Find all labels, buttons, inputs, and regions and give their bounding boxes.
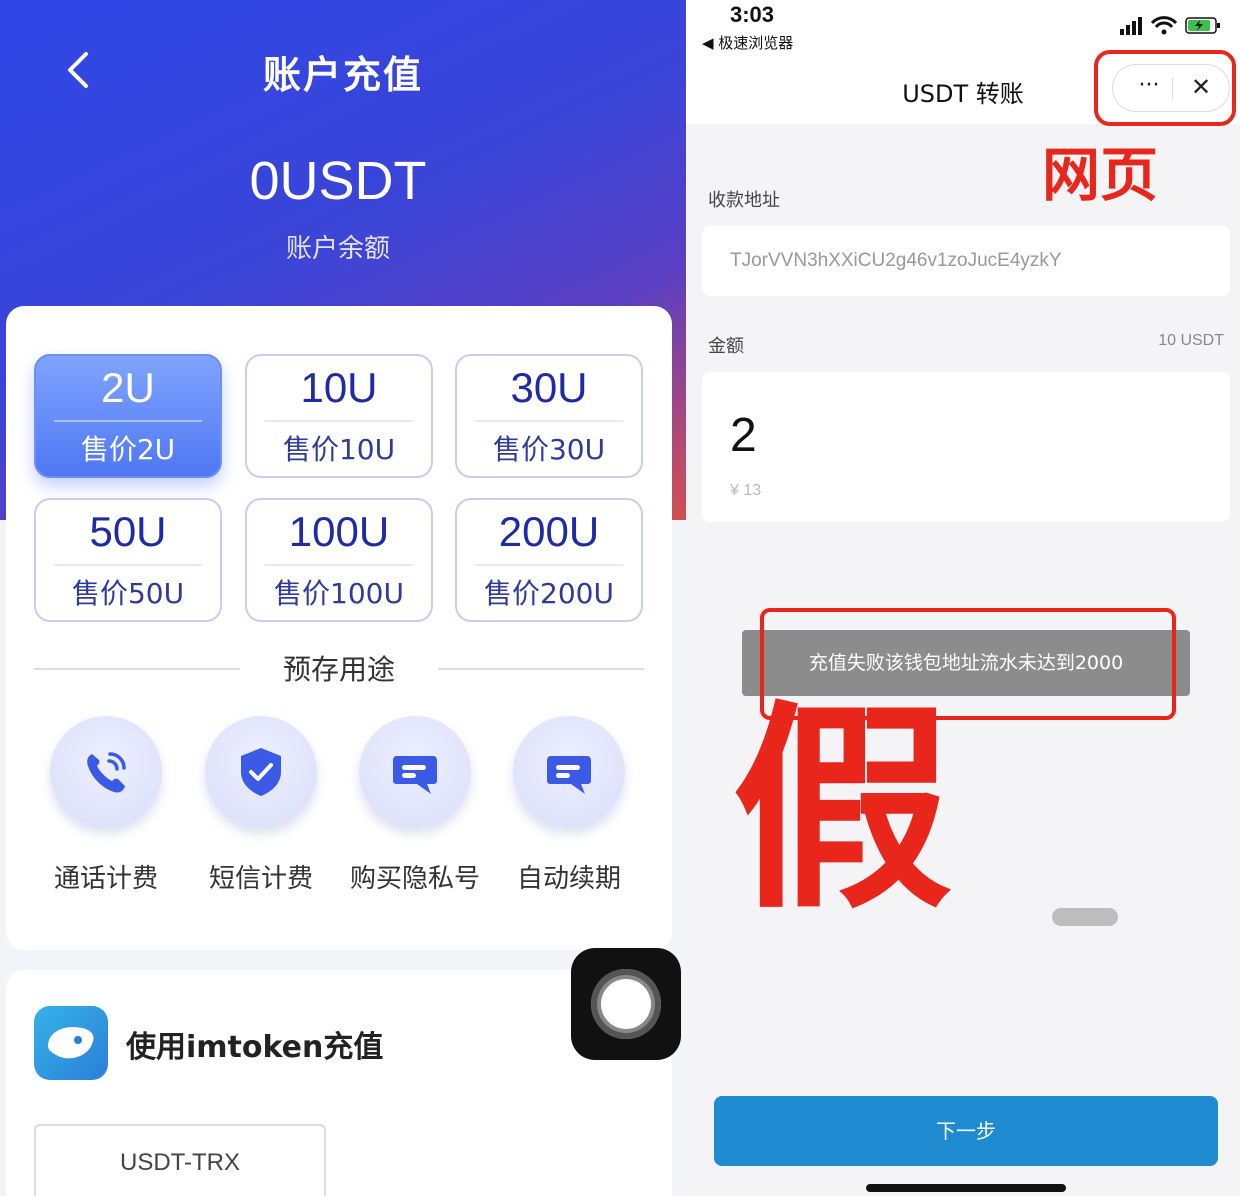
package-price: 售价100U [274, 577, 404, 610]
section-divider-right [438, 668, 644, 670]
service-auto-renew[interactable]: 自动续期 [494, 716, 644, 895]
assistive-touch-icon [591, 969, 661, 1039]
address-value: TJorVVN3hXXiCU2g46v1zoJucE4yzkY [730, 250, 1062, 271]
redacted-smudge [1052, 908, 1118, 926]
service-private-number[interactable]: 购买隐私号 [340, 716, 490, 895]
status-icons [1120, 16, 1220, 35]
package-divider [265, 420, 413, 422]
balance-value: 0USDT [249, 151, 427, 211]
address-field[interactable]: TJorVVN3hXXiCU2g46v1zoJucE4yzkY [702, 226, 1230, 296]
signal-icon [1120, 17, 1142, 35]
package-amount: 100U [288, 508, 390, 555]
recharge-app-screen: 账户充值 0USDT 账户余额 2U 售价2U 10U 售价10U 30U 售价… [0, 0, 686, 1196]
package-divider [265, 564, 413, 566]
package-option-10u[interactable]: 10U 售价10U [245, 354, 433, 478]
service-icon-circle [513, 716, 625, 828]
miniapp-capsule: ··· ✕ [1112, 64, 1230, 112]
shield-check-icon [241, 748, 281, 796]
assistive-touch-button[interactable] [571, 948, 681, 1060]
close-icon[interactable]: ✕ [1185, 73, 1217, 101]
network-option[interactable]: USDT-TRX [34, 1124, 326, 1196]
usdt-transfer-screen: 3:03 ◀ 极速浏览器 USDT 转账 ··· ✕ 收款地址 TJorVVN3… [686, 0, 1240, 1196]
package-divider [54, 420, 202, 422]
package-divider [54, 564, 202, 566]
amount-value: 2 [730, 409, 757, 462]
status-time: 3:03 [730, 2, 775, 27]
package-price: 售价50U [71, 577, 185, 610]
chat-bubble-icon [393, 756, 437, 794]
package-option-2u[interactable]: 2U 售价2U [34, 354, 222, 478]
imtoken-logo-icon [34, 1006, 108, 1080]
back-to-app-link[interactable]: ◀ 极速浏览器 [702, 32, 793, 53]
package-divider [475, 564, 623, 566]
package-card: 2U 售价2U 10U 售价10U 30U 售价30U 50U 售价50U 10… [6, 306, 672, 950]
service-icon-circle [205, 716, 317, 828]
battery-icon [1185, 17, 1220, 34]
next-step-button[interactable]: 下一步 [714, 1096, 1218, 1166]
package-price: 售价2U [80, 433, 176, 466]
wifi-icon [1150, 16, 1178, 35]
package-price: 售价30U [492, 433, 606, 466]
package-price: 售价200U [484, 577, 614, 610]
page-title: 账户充值 [262, 53, 423, 97]
annotation-fake-label: 假 [732, 682, 953, 938]
amount-unit-hint: 10 USDT [1158, 332, 1224, 349]
package-option-100u[interactable]: 100U 售价100U [245, 498, 433, 622]
package-option-50u[interactable]: 50U 售价50U [34, 498, 222, 622]
package-price: 售价10U [282, 433, 396, 466]
package-amount: 200U [498, 508, 600, 555]
package-option-200u[interactable]: 200U 售价200U [455, 498, 643, 622]
service-call-billing[interactable]: 通话计费 [31, 716, 181, 895]
package-option-30u[interactable]: 30U 售价30U [455, 354, 643, 478]
package-amount: 50U [89, 508, 167, 555]
package-amount: 30U [510, 364, 588, 411]
service-label: 通话计费 [53, 864, 158, 894]
capsule-divider [1172, 78, 1173, 100]
amount-cny-value: ¥ 13 [730, 482, 762, 499]
more-options-icon[interactable]: ··· [1131, 73, 1167, 98]
phone-icon [87, 752, 126, 793]
service-label: 购买隐私号 [349, 864, 480, 894]
service-label: 自动续期 [516, 864, 621, 894]
chat-bubble-icon [547, 756, 591, 794]
annotation-web-label: 网页 [1042, 141, 1159, 209]
top-bar: 3:03 ◀ 极速浏览器 USDT 转账 ··· ✕ [686, 0, 1240, 124]
address-label: 收款地址 [708, 190, 780, 211]
service-icon-circle [359, 716, 471, 828]
service-sms-billing[interactable]: 短信计费 [186, 716, 336, 895]
service-label: 短信计费 [208, 864, 313, 894]
amount-field[interactable]: 2 ¥ 13 [702, 372, 1230, 522]
package-divider [475, 420, 623, 422]
service-icon-circle [50, 716, 162, 828]
package-amount: 10U [300, 364, 378, 411]
imtoken-recharge-link[interactable]: 使用imtoken充值 [126, 1022, 383, 1066]
balance-label: 账户余额 [285, 234, 390, 264]
amount-label: 金额 [708, 336, 744, 357]
home-indicator [866, 1184, 1066, 1192]
package-amount: 2U [101, 364, 155, 411]
